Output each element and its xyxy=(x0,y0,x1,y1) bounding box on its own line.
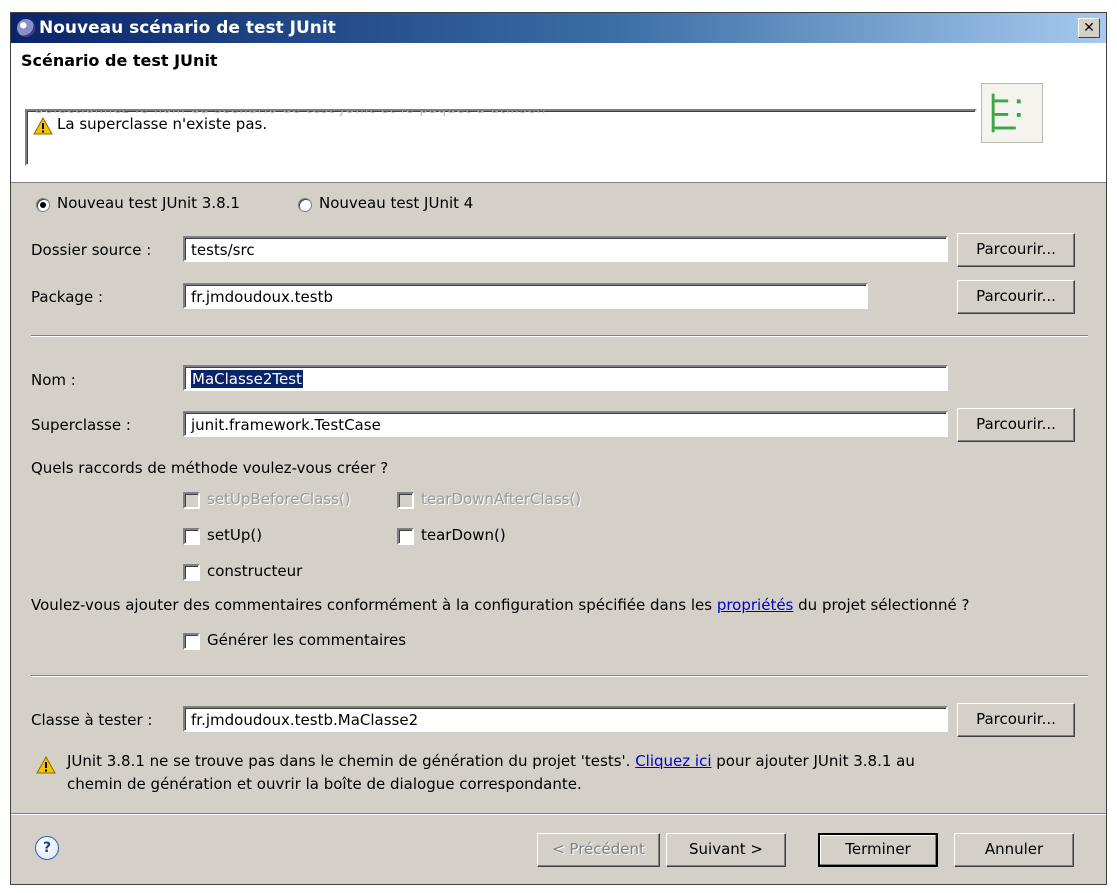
name-input[interactable]: MaClasse2Test xyxy=(183,365,948,391)
junit-wizard-dialog: Nouveau scénario de test JUnit ✕ Scénari… xyxy=(10,12,1107,885)
teardown-label[interactable]: tearDown() xyxy=(421,526,506,544)
teardownafterclass-label: tearDownAfterClass() xyxy=(421,490,582,508)
comments-question: Voulez-vous ajouter des commentaires con… xyxy=(31,596,969,614)
setup-label[interactable]: setUp() xyxy=(207,526,262,544)
radio-junit4-label[interactable]: Nouveau test JUnit 4 xyxy=(319,194,473,212)
separator-1 xyxy=(31,335,1088,337)
properties-link[interactable]: propriétés xyxy=(717,596,794,614)
radio-junit4[interactable] xyxy=(298,198,312,212)
warning-icon xyxy=(33,117,53,135)
teardownafterclass-checkbox[interactable] xyxy=(397,492,414,509)
generate-comments-checkbox[interactable] xyxy=(183,633,200,650)
finish-button[interactable]: Terminer xyxy=(818,833,938,867)
error-message: La superclasse n'existe pas. xyxy=(57,115,268,133)
browse-package-button[interactable]: Parcourir... xyxy=(957,280,1075,314)
superclass-input[interactable]: junit.framework.TestCase xyxy=(183,411,948,437)
wizard-banner: Scénario de test JUnit Sélectionnez le n… xyxy=(11,43,1106,183)
name-input-selected-text: MaClasse2Test xyxy=(191,370,303,388)
radio-junit3[interactable] xyxy=(36,198,50,212)
title-bar: Nouveau scénario de test JUnit ✕ xyxy=(11,13,1106,43)
close-button[interactable]: ✕ xyxy=(1078,18,1100,38)
junit-warning-suffix: pour ajouter JUnit 3.8.1 au xyxy=(711,752,915,770)
message-area: Sélectionnez le nom du scénario de test … xyxy=(25,109,977,166)
class-to-test-input[interactable]: fr.jmdoudoux.testb.MaClasse2 xyxy=(183,706,948,732)
warning-icon xyxy=(36,756,56,774)
next-button[interactable]: Suivant > xyxy=(666,833,786,867)
browse-superclass-button[interactable]: Parcourir... xyxy=(957,408,1075,442)
window-title: Nouveau scénario de test JUnit xyxy=(39,18,336,38)
click-here-link[interactable]: Cliquez ici xyxy=(635,752,711,770)
superclass-label: Superclasse : xyxy=(31,416,131,434)
package-input[interactable]: fr.jmdoudoux.testb xyxy=(183,283,868,309)
comments-question-text: Voulez-vous ajouter des commentaires con… xyxy=(31,596,717,614)
source-folder-input[interactable]: tests/src xyxy=(183,236,948,262)
comments-question-suffix: du projet sélectionné ? xyxy=(793,596,970,614)
junit-warning-text: JUnit 3.8.1 ne se trouve pas dans le che… xyxy=(67,752,636,770)
setupbeforeclass-checkbox[interactable] xyxy=(183,492,200,509)
teardown-checkbox[interactable] xyxy=(397,528,414,545)
junit-wizard-image xyxy=(981,83,1043,143)
eclipse-icon xyxy=(17,19,35,37)
browse-class-button[interactable]: Parcourir... xyxy=(957,703,1075,737)
setup-checkbox[interactable] xyxy=(183,528,200,545)
help-icon[interactable]: ? xyxy=(35,836,59,860)
class-to-test-label: Classe à tester : xyxy=(31,711,153,729)
name-label: Nom : xyxy=(31,371,76,389)
constructor-checkbox[interactable] xyxy=(183,564,200,581)
wizard-heading: Scénario de test JUnit xyxy=(21,51,218,70)
constructor-label[interactable]: constructeur xyxy=(207,562,302,580)
generate-comments-label[interactable]: Générer les commentaires xyxy=(207,631,406,649)
junit-warning-line2: chemin de génération et ouvrir la boîte … xyxy=(67,775,582,793)
method-stubs-question: Quels raccords de méthode voulez-vous cr… xyxy=(31,459,389,477)
package-label: Package : xyxy=(31,288,103,306)
cancel-button[interactable]: Annuler xyxy=(954,833,1074,867)
separator-2 xyxy=(31,675,1088,677)
junit-warning-line1: JUnit 3.8.1 ne se trouve pas dans le che… xyxy=(67,752,915,770)
separator-3 xyxy=(11,813,1106,815)
source-folder-label: Dossier source : xyxy=(31,241,152,259)
setupbeforeclass-label: setUpBeforeClass() xyxy=(207,490,351,508)
radio-junit3-label[interactable]: Nouveau test JUnit 3.8.1 xyxy=(57,194,240,212)
browse-source-button[interactable]: Parcourir... xyxy=(957,233,1075,267)
previous-button[interactable]: < Précédent xyxy=(537,833,660,867)
